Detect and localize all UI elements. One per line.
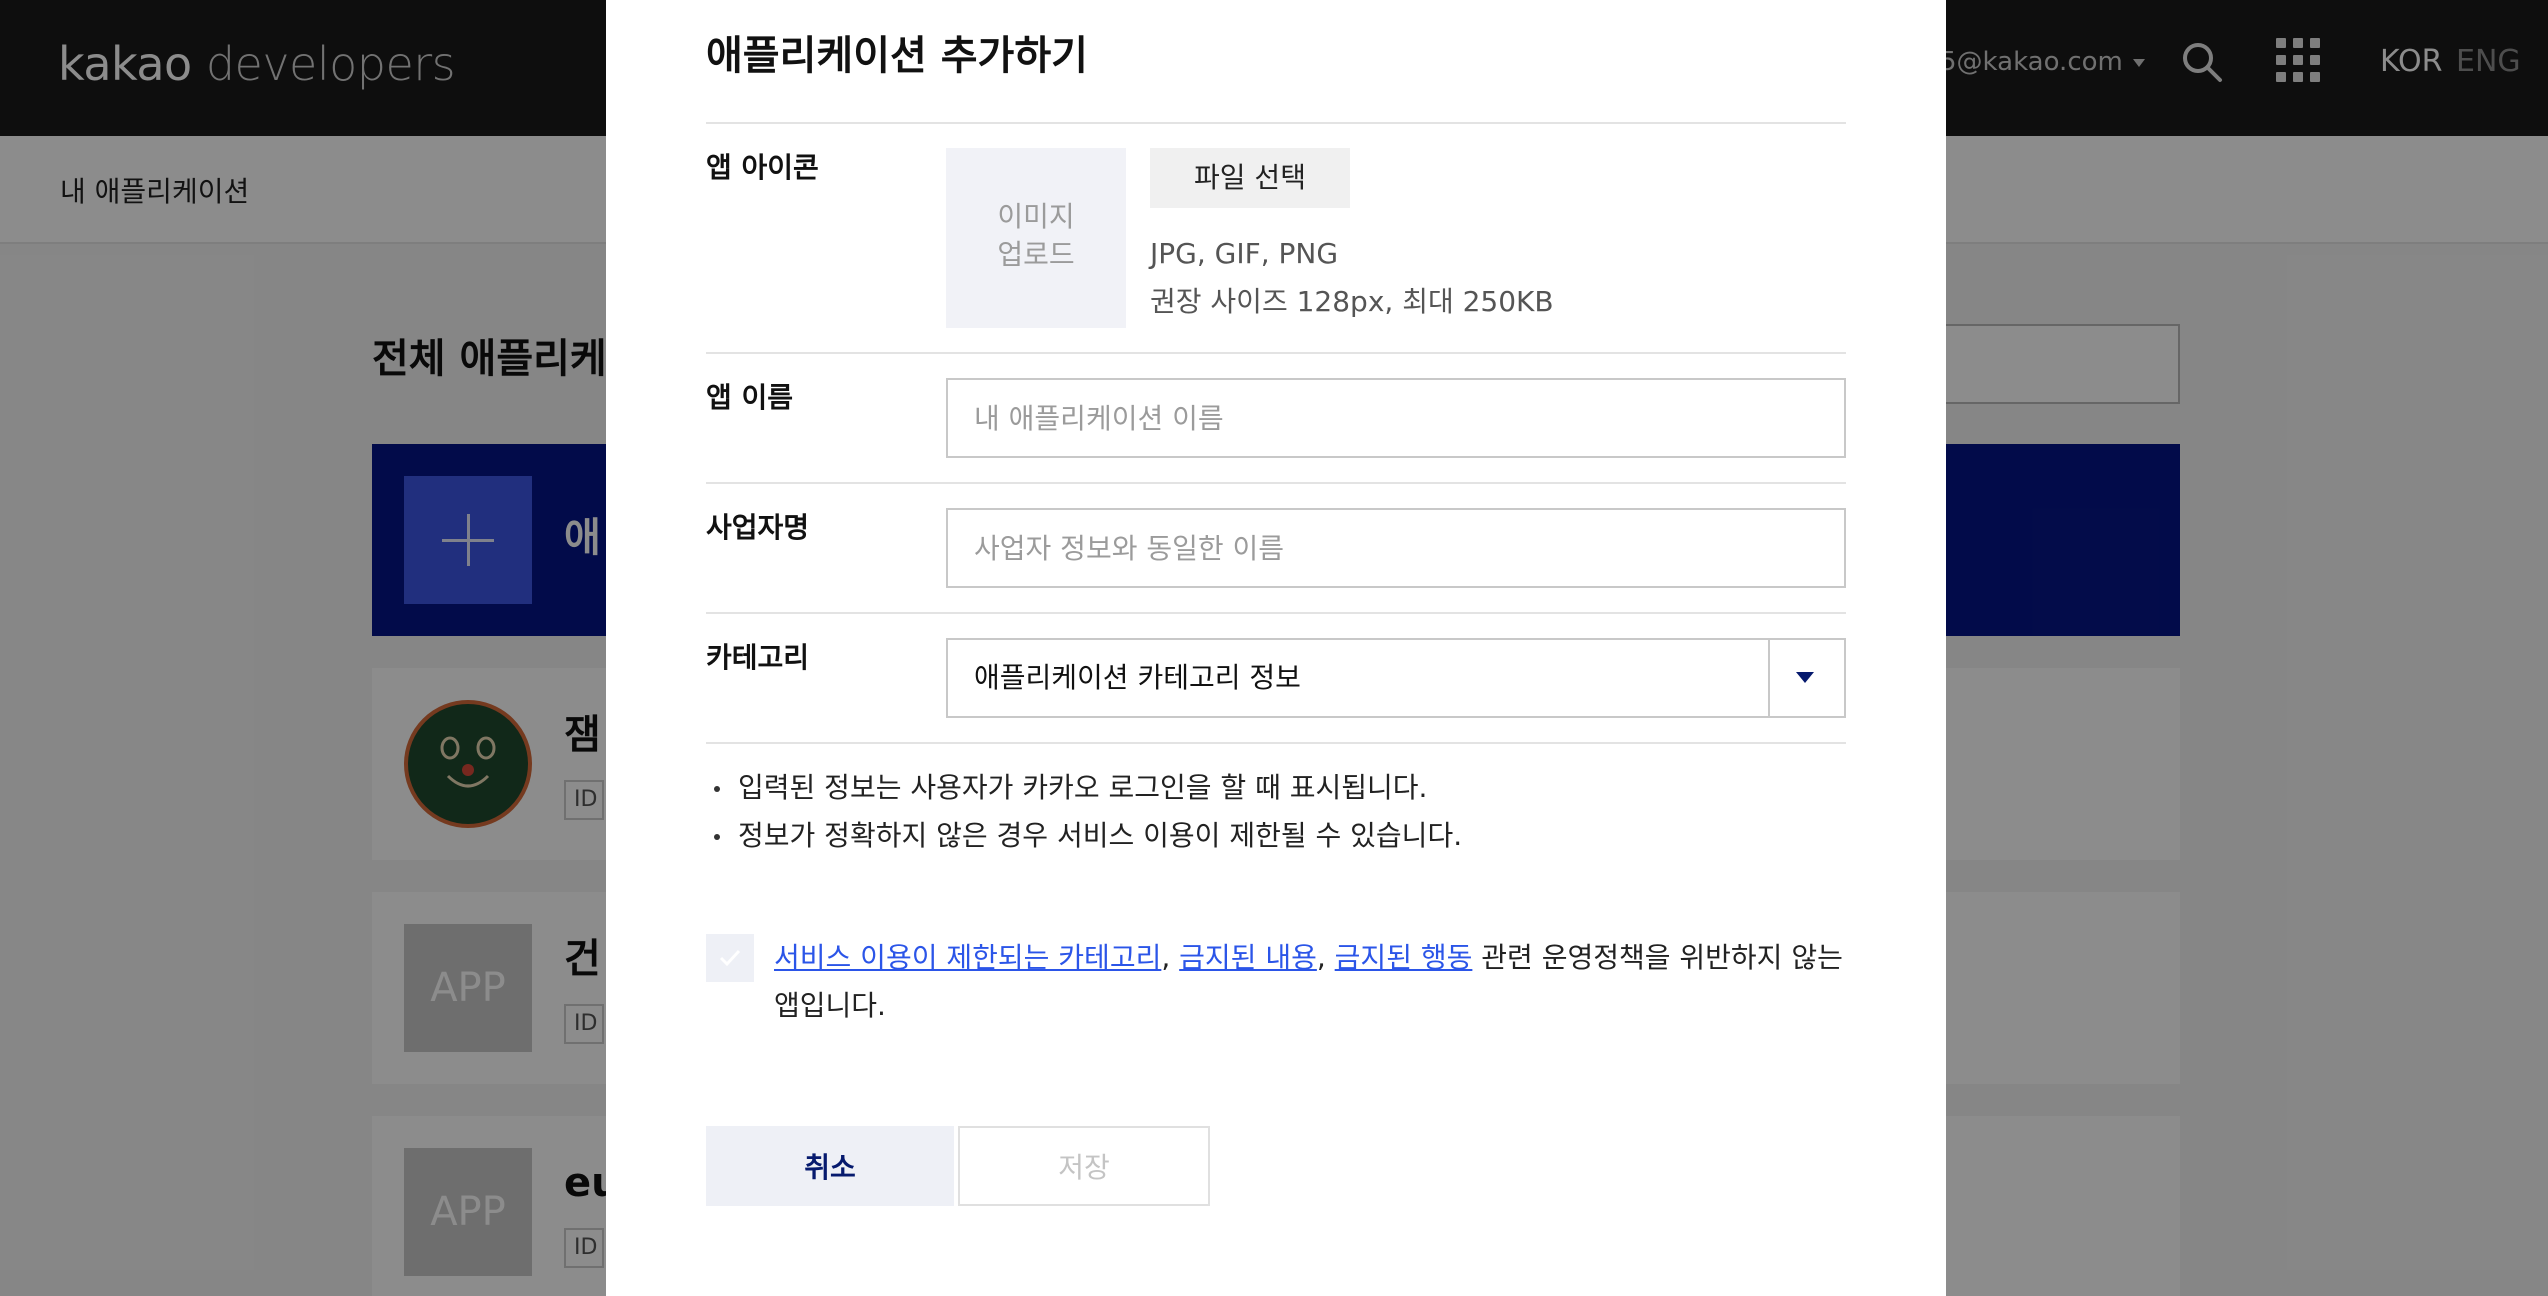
category-selected-value: 애플리케이션 카테고리 정보 xyxy=(974,661,1301,694)
chevron-down-icon xyxy=(1796,672,1814,683)
prohibited-behavior-link[interactable]: 금지된 행동 xyxy=(1335,941,1473,974)
divider xyxy=(706,742,1846,744)
divider xyxy=(706,352,1846,354)
divider xyxy=(706,612,1846,614)
save-button[interactable]: 저장 xyxy=(958,1126,1210,1206)
prohibited-content-link[interactable]: 금지된 내용 xyxy=(1179,941,1317,974)
notice-item: 입력된 정보는 사용자가 카카오 로그인을 할 때 표시됩니다. xyxy=(714,768,1427,808)
restricted-category-link[interactable]: 서비스 이용이 제한되는 카테고리 xyxy=(774,941,1161,974)
notice-item: 정보가 정확하지 않은 경우 서비스 이용이 제한될 수 있습니다. xyxy=(714,816,1462,856)
app-icon-label: 앱 아이콘 xyxy=(706,151,819,184)
divider xyxy=(706,122,1846,124)
file-format-hint: JPG, GIF, PNG xyxy=(1150,237,1339,270)
app-name-label: 앱 이름 xyxy=(706,381,794,414)
company-name-input[interactable] xyxy=(946,508,1846,588)
agreement-separator: , xyxy=(1316,941,1335,974)
company-name-label: 사업자명 xyxy=(706,511,810,544)
bullet-icon xyxy=(714,786,720,792)
category-select[interactable]: 애플리케이션 카테고리 정보 xyxy=(946,638,1846,718)
notice-text: 정보가 정확하지 않은 경우 서비스 이용이 제한될 수 있습니다. xyxy=(738,819,1463,852)
image-upload-text-2: 업로드 xyxy=(997,238,1075,271)
choose-file-button[interactable]: 파일 선택 xyxy=(1150,148,1350,208)
select-separator xyxy=(1768,640,1770,716)
image-upload-area[interactable]: 이미지 업로드 xyxy=(946,148,1126,328)
check-icon xyxy=(719,949,741,967)
add-application-modal: 애플리케이션 추가하기 앱 아이콘 이미지 업로드 파일 선택 JPG, GIF… xyxy=(606,0,1946,1296)
image-upload-text-1: 이미지 xyxy=(997,200,1075,233)
notice-text: 입력된 정보는 사용자가 카카오 로그인을 할 때 표시됩니다. xyxy=(738,771,1428,804)
app-name-input[interactable] xyxy=(946,378,1846,458)
modal-title: 애플리케이션 추가하기 xyxy=(706,33,1088,79)
agreement-separator: , xyxy=(1161,941,1180,974)
bullet-icon xyxy=(714,834,720,840)
cancel-button[interactable]: 취소 xyxy=(706,1126,954,1206)
category-label: 카테고리 xyxy=(706,641,810,674)
file-size-hint: 권장 사이즈 128px, 최대 250KB xyxy=(1150,285,1554,318)
agreement-text: 서비스 이용이 제한되는 카테고리, 금지된 내용, 금지된 행동 관련 운영정… xyxy=(774,934,1854,1030)
divider xyxy=(706,482,1846,484)
agreement-checkbox[interactable] xyxy=(706,934,754,982)
